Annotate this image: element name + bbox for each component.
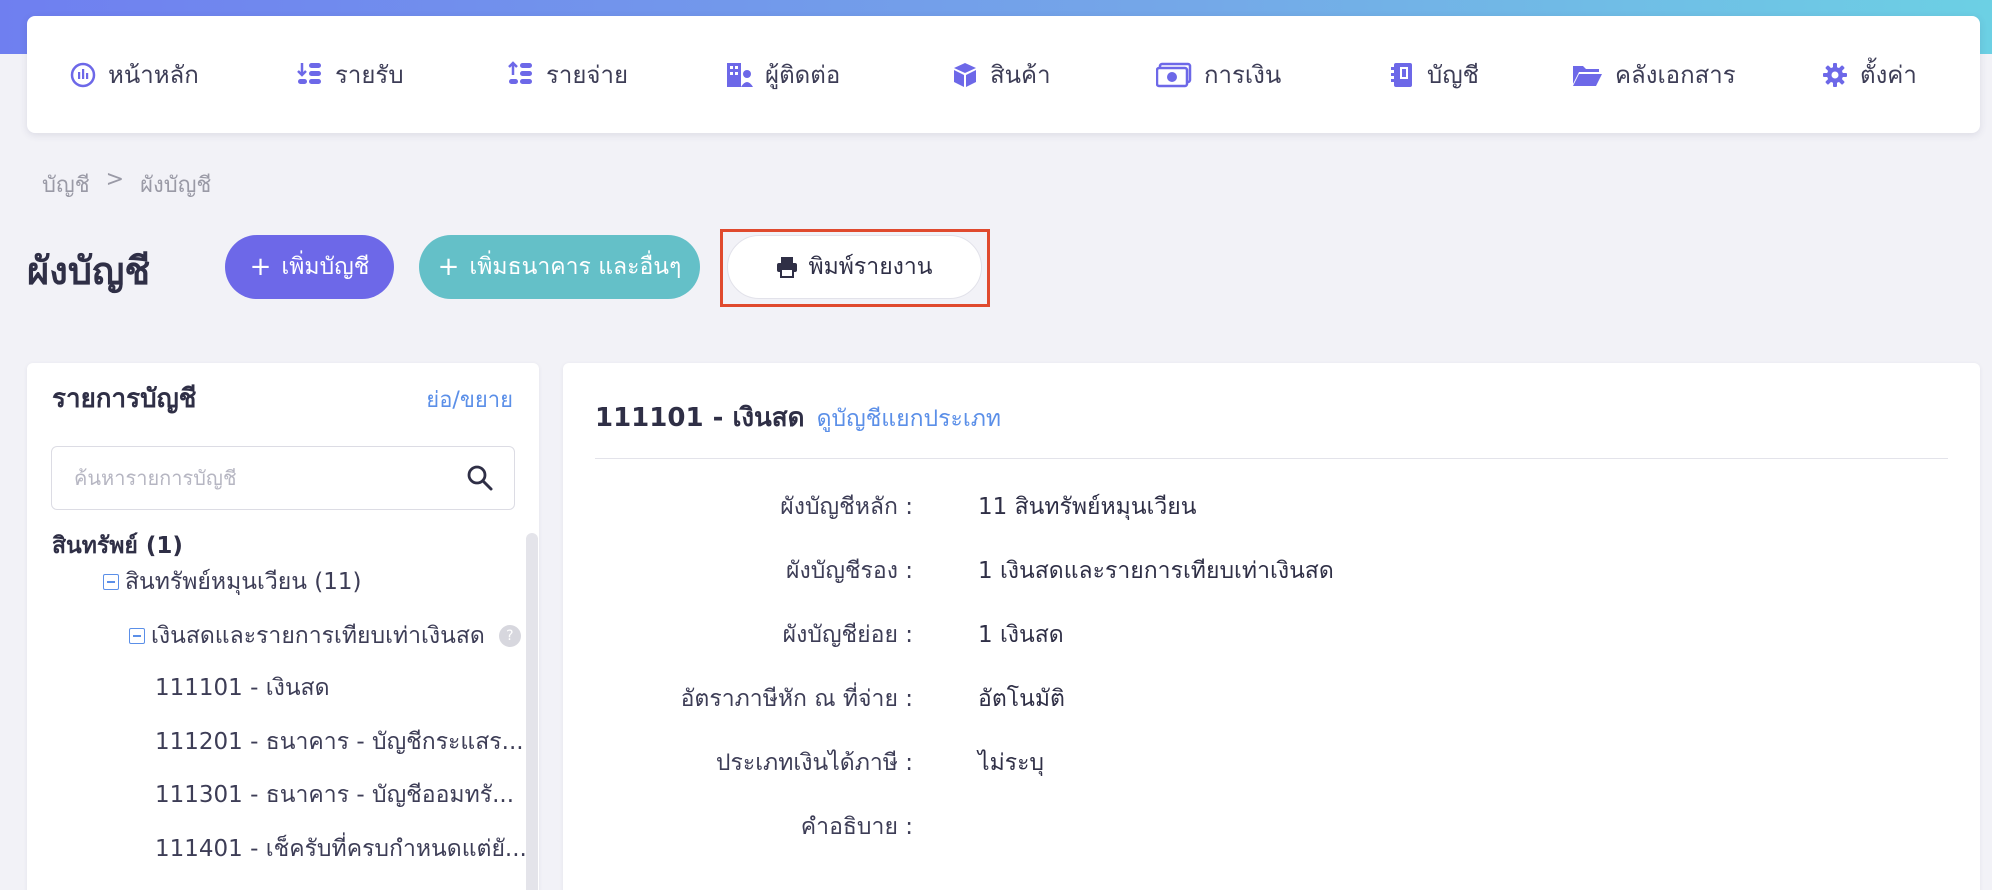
account-detail-panel: 111101 - เงินสด ดูบัญชีแยกประเภท ผังบัญช… — [563, 363, 1980, 890]
breadcrumb: บัญชี > ผังบัญชี — [42, 167, 211, 202]
main-navbar: หน้าหลัก รายรับ รายจ่าย ผู้ติดต่อ สินค้า… — [27, 16, 1980, 133]
money-icon — [1156, 62, 1192, 87]
nav-label: รายรับ — [335, 61, 404, 89]
gear-icon — [1823, 62, 1847, 87]
nav-item-income[interactable]: รายรับ — [297, 16, 404, 133]
search-button[interactable] — [466, 464, 494, 496]
nav-label: สินค้า — [990, 61, 1051, 89]
box-icon — [954, 62, 976, 87]
income-icon — [297, 62, 321, 84]
detail-label-description: คำอธิบาย : — [800, 814, 913, 840]
print-report-label: พิมพ์รายงาน — [808, 254, 933, 280]
tree-group-current-assets[interactable]: สินทรัพย์หมุนเวียน (11) — [103, 564, 361, 600]
nav-label: ตั้งค่า — [1860, 61, 1917, 89]
folder-icon — [1573, 65, 1602, 86]
tree-item-account[interactable]: 111101 - เงินสด — [155, 670, 330, 706]
collapse-expand-toggle[interactable]: ย่อ/ขยาย — [426, 382, 513, 417]
nav-label: ผู้ติดต่อ — [765, 61, 841, 89]
nav-label: การเงิน — [1204, 61, 1282, 89]
tree-label: สินทรัพย์ (1) — [52, 533, 183, 559]
nav-item-products[interactable]: สินค้า — [952, 16, 1051, 133]
expense-icon — [508, 60, 532, 84]
detail-value-sub-chart: 1 เงินสดและรายการเทียบเท่าเงินสด — [978, 558, 1334, 584]
view-ledger-link[interactable]: ดูบัญชีแยกประเภท — [817, 401, 1001, 437]
account-search-input[interactable] — [52, 447, 452, 509]
collapse-icon[interactable] — [103, 574, 119, 590]
add-account-label: เพิ่มบัญชี — [281, 254, 370, 280]
account-detail-header: 111101 - เงินสด ดูบัญชีแยกประเภท — [595, 397, 1001, 438]
detail-value-main-chart: 11 สินทรัพย์หมุนเวียน — [978, 494, 1197, 520]
contacts-icon — [727, 62, 753, 87]
add-bank-label: เพิ่มธนาคาร และอื่นๆ — [469, 254, 682, 280]
page-title: ผังบัญชี — [27, 249, 151, 293]
nav-label: บัญชี — [1427, 61, 1479, 89]
nav-item-contacts[interactable]: ผู้ติดต่อ — [725, 16, 840, 133]
detail-value-income-type: ไม่ระบุ — [978, 750, 1045, 776]
nav-label: คลังเอกสาร — [1615, 61, 1736, 89]
help-icon[interactable]: ? — [498, 625, 521, 647]
breadcrumb-current: ผังบัญชี — [140, 173, 212, 198]
tree-label: 111401 - เช็ครับที่ครบกำหนดแต่ยั... — [155, 836, 527, 862]
detail-label-main-chart: ผังบัญชีหลัก : — [780, 494, 913, 520]
divider — [595, 458, 1948, 459]
detail-label-minor-chart: ผังบัญชีย่อย : — [782, 622, 913, 648]
tree-root-assets[interactable]: สินทรัพย์ (1) — [52, 528, 183, 564]
tree-item-account[interactable]: 111301 - ธนาคาร - บัญชีออมทรั... — [155, 777, 514, 813]
tree-label: 111101 - เงินสด — [155, 675, 330, 701]
collapse-icon[interactable] — [129, 628, 145, 644]
plus-icon: + — [437, 252, 460, 282]
ledger-book-icon — [1391, 62, 1412, 87]
account-list-title: รายการบัญชี — [52, 384, 197, 414]
tree-label: 111301 - ธนาคาร - บัญชีออมทรั... — [155, 782, 515, 808]
search-icon — [467, 465, 493, 491]
tree-subgroup-cash[interactable]: เงินสดและรายการเทียบเท่าเงินสด ? — [129, 618, 521, 654]
tree-item-account[interactable]: 111401 - เช็ครับที่ครบกำหนดแต่ยั... — [155, 831, 527, 867]
plus-icon: + — [249, 252, 272, 282]
nav-item-settings[interactable]: ตั้งค่า — [1822, 16, 1917, 133]
tree-item-account[interactable]: 111201 - ธนาคาร - บัญชีกระแสร... — [155, 724, 524, 760]
selected-account-title: 111101 - เงินสด — [595, 403, 805, 433]
nav-item-expense[interactable]: รายจ่าย — [508, 16, 628, 133]
tree-label: 111201 - ธนาคาร - บัญชีกระแสร... — [155, 729, 524, 755]
detail-label-withholding-tax: อัตราภาษีหัก ณ ที่จ่าย : — [680, 686, 913, 712]
detail-label-sub-chart: ผังบัญชีรอง : — [786, 558, 913, 584]
breadcrumb-separator: > — [105, 167, 125, 192]
nav-label: รายจ่าย — [546, 61, 629, 89]
nav-label: หน้าหลัก — [108, 61, 199, 89]
detail-label-income-type: ประเภทเงินได้ภาษี : — [715, 750, 913, 776]
tree-label: สินทรัพย์หมุนเวียน (11) — [125, 569, 362, 595]
nav-item-documents[interactable]: คลังเอกสาร — [1571, 16, 1736, 133]
detail-value-withholding-tax: อัตโนมัติ — [978, 686, 1065, 712]
printer-icon — [777, 257, 798, 278]
add-account-button[interactable]: + เพิ่มบัญชี — [225, 235, 394, 299]
breadcrumb-parent[interactable]: บัญชี — [42, 167, 90, 202]
nav-item-accounting[interactable]: บัญชี — [1389, 16, 1479, 133]
nav-item-finance[interactable]: การเงิน — [1156, 16, 1281, 133]
tree-label: เงินสดและรายการเทียบเท่าเงินสด — [151, 623, 485, 649]
account-search-box — [51, 446, 515, 510]
detail-value-minor-chart: 1 เงินสด — [978, 622, 1064, 648]
account-list-panel: รายการบัญชี ย่อ/ขยาย สินทรัพย์ (1) สินทร… — [27, 363, 539, 890]
dashboard-icon — [70, 62, 96, 87]
account-list-scrollbar[interactable] — [526, 533, 538, 890]
print-report-button[interactable]: พิมพ์รายงาน — [727, 235, 982, 299]
add-bank-button[interactable]: + เพิ่มธนาคาร และอื่นๆ — [419, 235, 700, 299]
nav-item-home[interactable]: หน้าหลัก — [70, 16, 199, 133]
